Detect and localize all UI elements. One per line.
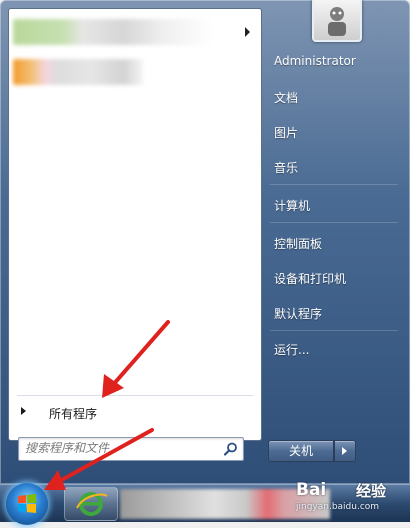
windows-logo-icon <box>18 494 36 513</box>
blurred-program-entry <box>13 59 143 85</box>
right-item-computer[interactable]: 计算机 <box>274 197 310 214</box>
search-box[interactable] <box>18 437 244 461</box>
chevron-right-icon <box>342 447 347 455</box>
separator <box>270 184 398 185</box>
shutdown-options-button[interactable] <box>334 440 356 462</box>
pinned-program-1[interactable] <box>13 19 253 45</box>
internet-explorer-icon <box>76 492 108 516</box>
blurred-program-entry <box>13 19 213 45</box>
right-item-control-panel[interactable]: 控制面板 <box>274 235 322 252</box>
separator <box>270 222 398 223</box>
right-item-administrator[interactable]: Administrator <box>274 54 356 68</box>
right-item-pictures[interactable]: 图片 <box>274 124 298 141</box>
right-item-default-programs[interactable]: 默认程序 <box>274 305 322 322</box>
start-button[interactable] <box>6 483 48 525</box>
expand-triangle-icon <box>21 407 26 415</box>
baidu-watermark: Bai 经验 jingyan.baidu.com <box>296 480 406 516</box>
separator <box>17 395 253 396</box>
user-avatar[interactable] <box>312 0 362 42</box>
search-input[interactable] <box>19 438 227 458</box>
all-programs-button[interactable]: 所有程序 <box>17 401 253 423</box>
right-item-run[interactable]: 运行... <box>274 341 309 358</box>
watermark-tail: 经验 <box>356 482 387 500</box>
all-programs-label: 所有程序 <box>49 407 98 421</box>
right-item-documents[interactable]: 文档 <box>274 89 298 106</box>
watermark-brand: Bai <box>296 480 327 500</box>
watermark-site: jingyan.baidu.com <box>296 502 380 512</box>
right-item-devices-printers[interactable]: 设备和打印机 <box>274 270 346 287</box>
avatar-icon <box>328 7 346 36</box>
submenu-arrow-icon[interactable] <box>245 27 250 37</box>
separator <box>270 330 398 331</box>
start-menu: 所有程序 Administrator 文档 图片 音乐 计算机 控制面板 设备和… <box>0 0 410 484</box>
right-item-music[interactable]: 音乐 <box>274 159 298 176</box>
programs-pane: 所有程序 <box>8 8 262 441</box>
search-icon[interactable] <box>223 441 239 457</box>
taskbar-browser-button[interactable] <box>64 487 118 521</box>
pinned-program-2[interactable] <box>13 59 253 85</box>
shutdown-button[interactable]: 关机 <box>268 440 334 462</box>
